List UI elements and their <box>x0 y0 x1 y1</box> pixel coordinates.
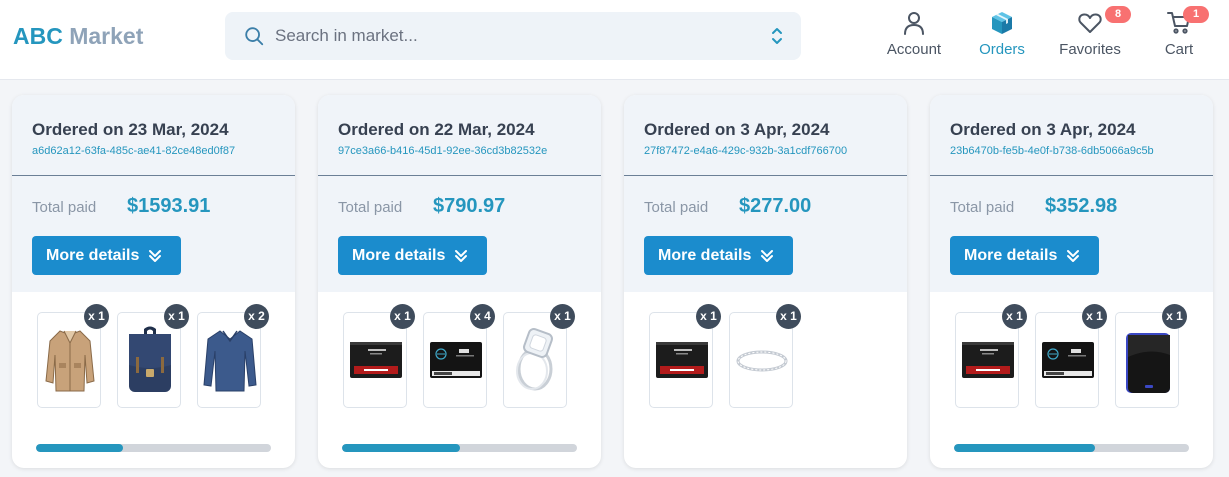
jacket-image <box>45 330 95 392</box>
quantity-badge: x 1 <box>1162 304 1187 329</box>
user-icon <box>904 12 924 35</box>
box-icon <box>992 12 1012 34</box>
order-id[interactable]: 27f87472-e4a6-429c-932b-3a1cdf766700 <box>644 145 847 157</box>
quantity-badge: x 1 <box>84 304 109 329</box>
divider <box>624 175 907 176</box>
nav-cart-label: Cart <box>1164 41 1194 58</box>
bracelet-image <box>736 350 788 372</box>
order-date: Ordered on 23 Mar, 2024 <box>32 120 229 139</box>
double-chevron-down-icon <box>149 250 161 262</box>
more-details-button[interactable]: More details <box>338 236 487 275</box>
ring-image <box>516 328 553 391</box>
more-details-button[interactable]: More details <box>644 236 793 275</box>
favorites-count-badge: 8 <box>1105 6 1131 23</box>
nav-favorites[interactable]: Favorites 8 <box>1056 6 1131 70</box>
cart-count-badge: 1 <box>1183 6 1209 23</box>
order-progress-fill <box>342 444 460 452</box>
nav-cart[interactable]: Cart 1 <box>1158 6 1209 70</box>
total-paid-value: $790.97 <box>433 195 506 217</box>
order-card: Ordered on 23 Mar, 2024 a6d62a12-63fa-48… <box>12 95 295 468</box>
more-details-label: More details <box>46 247 140 264</box>
total-paid-label: Total paid <box>32 199 97 216</box>
more-details-label: More details <box>352 247 446 264</box>
up-down-chevron-icon[interactable] <box>769 26 785 46</box>
top-header: ABC Market Account Orders <box>0 0 1229 80</box>
order-progress-bar <box>36 444 271 452</box>
divider <box>12 175 295 176</box>
quantity-badge: x 1 <box>1082 304 1107 329</box>
sandisk-ssd-image <box>656 342 708 378</box>
more-details-label: More details <box>964 247 1058 264</box>
quantity-badge: x 4 <box>470 304 495 329</box>
order-date: Ordered on 22 Mar, 2024 <box>338 120 535 139</box>
sweater-image <box>203 330 257 392</box>
double-chevron-down-icon <box>455 250 467 262</box>
order-date: Ordered on 3 Apr, 2024 <box>950 120 1136 139</box>
logo-text-market: Market <box>69 23 144 49</box>
order-card: Ordered on 22 Mar, 2024 97ce3a66-b416-45… <box>318 95 601 468</box>
total-paid-label: Total paid <box>644 199 709 216</box>
search-bar <box>225 12 801 60</box>
order-card: Ordered on 3 Apr, 2024 23b6470b-fe5b-4e0… <box>930 95 1213 468</box>
nav-account-label: Account <box>886 41 942 58</box>
total-paid-label: Total paid <box>950 199 1015 216</box>
more-details-label: More details <box>658 247 752 264</box>
backpack-image <box>129 326 171 392</box>
quantity-badge: x 1 <box>1002 304 1027 329</box>
sandisk-ssd-image <box>962 342 1014 378</box>
order-id[interactable]: 97ce3a66-b416-45d1-92ee-36cd3b82532e <box>338 145 547 157</box>
more-details-button[interactable]: More details <box>950 236 1099 275</box>
double-chevron-down-icon <box>761 250 773 262</box>
total-paid-value: $1593.91 <box>127 195 211 217</box>
divider <box>930 175 1213 176</box>
order-progress-fill <box>36 444 123 452</box>
logo-text-abc: ABC <box>13 23 63 49</box>
nav-orders-label: Orders <box>979 41 1025 58</box>
total-paid-value: $352.98 <box>1045 195 1118 217</box>
logo[interactable]: ABC Market <box>13 23 143 50</box>
search-input[interactable] <box>275 21 755 51</box>
order-card: Ordered on 3 Apr, 2024 27f87472-e4a6-429… <box>624 95 907 468</box>
order-id[interactable]: 23b6470b-fe5b-4e0f-b738-6db5066a9c5b <box>950 145 1154 157</box>
nav-account[interactable]: Account <box>884 10 944 70</box>
quantity-badge: x 1 <box>550 304 575 329</box>
nav-orders[interactable]: Orders <box>975 10 1029 70</box>
quantity-badge: x 1 <box>696 304 721 329</box>
total-paid-label: Total paid <box>338 199 403 216</box>
silicon-power-ssd-image <box>430 342 482 378</box>
order-date: Ordered on 3 Apr, 2024 <box>644 120 830 139</box>
order-id[interactable]: a6d62a12-63fa-485c-ae41-82ce48ed0f87 <box>32 145 235 157</box>
external-hdd-image <box>1126 333 1170 393</box>
quantity-badge: x 1 <box>164 304 189 329</box>
quantity-badge: x 1 <box>776 304 801 329</box>
silicon-power-ssd-image <box>1042 342 1094 378</box>
heart-icon <box>1078 13 1102 33</box>
order-progress-fill <box>954 444 1095 452</box>
order-progress-bar <box>954 444 1189 452</box>
quantity-badge: x 2 <box>244 304 269 329</box>
nav-favorites-label: Favorites <box>1059 41 1121 58</box>
more-details-button[interactable]: More details <box>32 236 181 275</box>
double-chevron-down-icon <box>1067 250 1079 262</box>
sandisk-ssd-image <box>350 342 402 378</box>
divider <box>318 175 601 176</box>
quantity-badge: x 1 <box>390 304 415 329</box>
total-paid-value: $277.00 <box>739 195 812 217</box>
search-icon[interactable] <box>243 25 265 47</box>
order-progress-bar <box>342 444 577 452</box>
